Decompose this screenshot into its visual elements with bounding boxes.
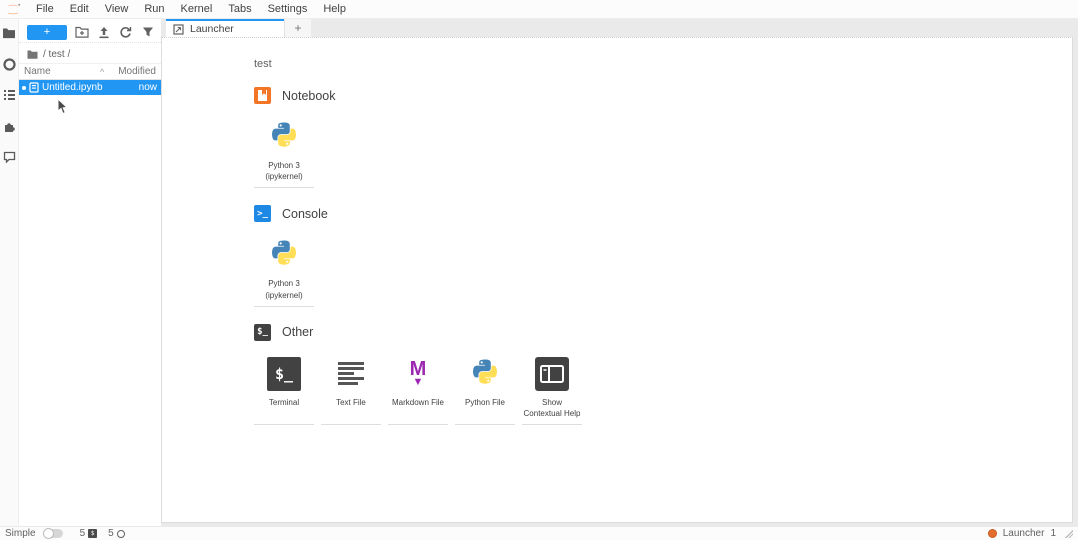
- menu-kernel[interactable]: Kernel: [173, 0, 221, 19]
- current-activity-label: Launcher: [1003, 528, 1045, 539]
- menu-bar: File Edit View Run Kernel Tabs Settings …: [0, 0, 1078, 19]
- chat-icon[interactable]: [2, 150, 16, 164]
- notebook-file-icon: [29, 82, 39, 93]
- card-show-contextual-help[interactable]: Show Contextual Help: [522, 351, 582, 425]
- card-console-python3[interactable]: Python 3 (ipykernel): [254, 232, 314, 306]
- section-other-header: $_ Other: [254, 324, 1072, 341]
- menu-file[interactable]: File: [28, 0, 62, 19]
- contextual-help-icon: [535, 356, 569, 392]
- status-bar: Simple 5 $ 5 Launcher 1: [0, 526, 1078, 540]
- terminals-count[interactable]: 5 $: [80, 528, 98, 539]
- launcher-tab-icon: [173, 24, 184, 35]
- main-dock-panel: Launcher + test Notebook: [161, 19, 1078, 526]
- new-launcher-button[interactable]: +: [27, 25, 67, 40]
- table-of-contents-icon[interactable]: [2, 88, 16, 102]
- menu-help[interactable]: Help: [315, 0, 354, 19]
- extension-manager-icon[interactable]: [2, 119, 16, 133]
- section-console-header: >_ Console: [254, 205, 1072, 222]
- mouse-cursor: [57, 98, 69, 115]
- card-terminal[interactable]: $_ Terminal: [254, 351, 314, 425]
- file-browser-icon[interactable]: [2, 26, 16, 40]
- card-label: Python 3 (ipykernel): [255, 160, 313, 182]
- file-name: Untitled.ipynb: [42, 82, 136, 93]
- card-label: Markdown File: [392, 397, 444, 408]
- tab-launcher[interactable]: Launcher: [166, 19, 284, 37]
- file-modified: now: [139, 82, 157, 93]
- file-list-header[interactable]: Name ^ Modified: [19, 63, 161, 80]
- new-tab-button[interactable]: +: [284, 19, 311, 37]
- filter-icon[interactable]: [140, 25, 155, 40]
- menu-run[interactable]: Run: [136, 0, 172, 19]
- notification-count[interactable]: 1: [1050, 528, 1056, 539]
- section-other-title: Other: [282, 325, 313, 339]
- kernel-mini-icon: [117, 530, 125, 538]
- folder-icon: [27, 50, 38, 59]
- jupyter-logo-icon: [5, 3, 21, 16]
- menu-settings[interactable]: Settings: [260, 0, 316, 19]
- python-logo-icon: [269, 237, 299, 273]
- launcher-panel: test Notebook: [161, 37, 1073, 523]
- section-notebook-title: Notebook: [282, 89, 336, 103]
- breadcrumb-path: / test /: [43, 49, 70, 60]
- activity-sidebar: [0, 19, 19, 526]
- resize-grip-icon: [1065, 530, 1073, 538]
- tab-bar: Launcher +: [161, 19, 1078, 37]
- kernel-status-icon: [988, 529, 997, 538]
- refresh-icon[interactable]: [118, 25, 133, 40]
- section-console: >_ Console Python 3 (ipykernel): [254, 205, 1072, 306]
- text-file-icon: [336, 356, 366, 392]
- console-icon: >_: [254, 205, 271, 222]
- markdown-icon: M ▼: [410, 360, 427, 387]
- menu-view[interactable]: View: [97, 0, 137, 19]
- terminal-mini-icon: $: [88, 529, 97, 538]
- card-label: Python File: [465, 397, 505, 408]
- new-folder-icon[interactable]: [74, 25, 89, 40]
- kernels-count[interactable]: 5: [108, 528, 125, 539]
- tab-launcher-label: Launcher: [190, 23, 277, 35]
- terminal-icon: $_: [267, 357, 301, 391]
- notebook-icon: [254, 87, 271, 104]
- section-other: $_ Other $_ Terminal: [254, 324, 1072, 425]
- simple-mode-toggle[interactable]: [43, 529, 63, 538]
- card-markdown-file[interactable]: M ▼ Markdown File: [388, 351, 448, 425]
- column-name[interactable]: Name: [24, 66, 100, 77]
- upload-icon[interactable]: [96, 25, 111, 40]
- section-notebook-header: Notebook: [254, 87, 1072, 104]
- menu-edit[interactable]: Edit: [62, 0, 97, 19]
- card-text-file[interactable]: Text File: [321, 351, 381, 425]
- column-modified[interactable]: Modified: [118, 66, 156, 77]
- file-browser-panel: + / test / Name ^ Modified Untitled.ipyn…: [19, 19, 161, 526]
- section-notebook: Notebook Python 3 (ipykernel): [254, 87, 1072, 188]
- card-label: Python 3 (ipykernel): [255, 278, 313, 300]
- card-python-file[interactable]: Python File: [455, 351, 515, 425]
- card-label: Terminal: [269, 397, 299, 408]
- card-label: Show Contextual Help: [523, 397, 581, 419]
- file-row-untitled-ipynb[interactable]: Untitled.ipynb now: [19, 80, 161, 95]
- file-browser-toolbar: +: [19, 19, 161, 43]
- launcher-cwd-label: test: [254, 58, 1072, 70]
- running-sessions-icon[interactable]: [2, 57, 16, 71]
- sort-indicator-icon: ^: [100, 67, 104, 77]
- terminal-icon: $_: [254, 324, 271, 341]
- menu-tabs[interactable]: Tabs: [220, 0, 259, 19]
- running-dot-icon: [22, 86, 26, 90]
- python-logo-icon: [470, 356, 500, 392]
- section-console-title: Console: [282, 207, 328, 221]
- breadcrumb[interactable]: / test /: [19, 43, 161, 63]
- simple-mode-label: Simple: [5, 528, 36, 539]
- card-notebook-python3[interactable]: Python 3 (ipykernel): [254, 114, 314, 188]
- card-label: Text File: [336, 397, 366, 408]
- python-logo-icon: [269, 119, 299, 155]
